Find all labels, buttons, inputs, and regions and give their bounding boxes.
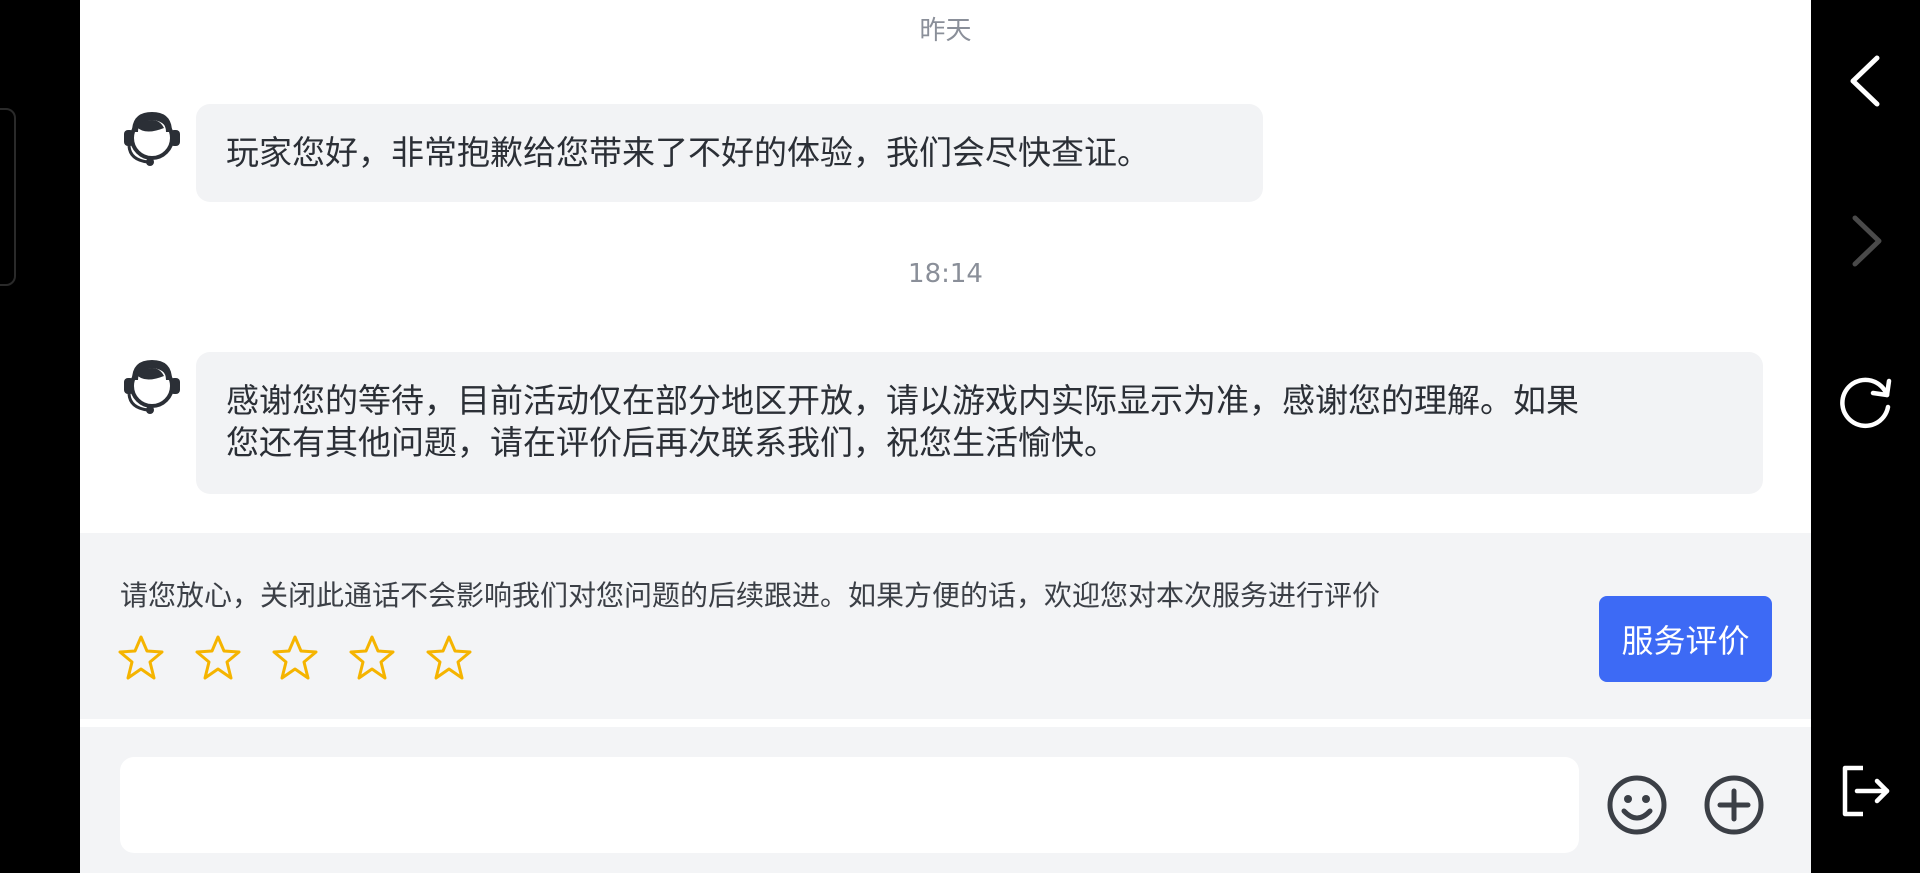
customer-service-headset-icon bbox=[124, 112, 180, 166]
service-rating-panel: 请您放心，关闭此通话不会影响我们对您问题的后续跟进。如果方便的话，欢迎您对本次服… bbox=[80, 533, 1811, 719]
message-text-line-2: 您还有其他问题，请在评价后再次联系我们，祝您生活愉快。 bbox=[226, 423, 1117, 462]
customer-service-avatar bbox=[120, 106, 184, 170]
timestamp-label: 昨天 bbox=[919, 16, 972, 46]
star-icon[interactable] bbox=[116, 633, 166, 683]
timestamp-label: 18:14 bbox=[908, 259, 983, 289]
smiley-icon[interactable] bbox=[1605, 773, 1669, 837]
service-rating-button[interactable]: 服务评价 bbox=[1599, 596, 1772, 682]
message-text-line-1: 感谢您的等待，目前活动仅在部分地区开放，请以游戏内实际显示为准，感谢您的理解。如… bbox=[226, 381, 1579, 420]
customer-service-avatar bbox=[120, 354, 184, 418]
star-icon[interactable] bbox=[347, 633, 397, 683]
star-icon[interactable] bbox=[424, 633, 474, 683]
refresh-icon[interactable] bbox=[1837, 373, 1895, 431]
rating-prompt: 请您放心，关闭此通话不会影响我们对您问题的后续跟进。如果方便的话，欢迎您对本次服… bbox=[120, 579, 1381, 612]
message-input-bar bbox=[80, 727, 1811, 873]
navigation-rail bbox=[1811, 0, 1920, 873]
star-icon[interactable] bbox=[193, 633, 243, 683]
plus-circle-icon[interactable] bbox=[1702, 773, 1766, 837]
message-text: 玩家您好，非常抱歉给您带来了不好的体验，我们会尽快查证。 bbox=[226, 133, 1150, 172]
exit-icon[interactable] bbox=[1837, 762, 1895, 820]
star-icon[interactable] bbox=[270, 633, 320, 683]
back-arrow-icon[interactable] bbox=[1837, 52, 1895, 110]
chat-window: 昨天 玩家您好，非常抱歉给您带来了不好的体验，我们会尽快查证。 18:14 感谢… bbox=[80, 0, 1811, 873]
message-input[interactable] bbox=[120, 757, 1579, 853]
star-rating bbox=[116, 633, 501, 683]
left-edge-tab bbox=[0, 108, 16, 286]
message-bubble: 感谢您的等待，目前活动仅在部分地区开放，请以游戏内实际显示为准，感谢您的理解。如… bbox=[196, 352, 1763, 494]
left-edge bbox=[0, 0, 80, 873]
customer-service-headset-icon bbox=[124, 360, 180, 414]
forward-arrow-icon[interactable] bbox=[1837, 212, 1895, 270]
message-bubble: 玩家您好，非常抱歉给您带来了不好的体验，我们会尽快查证。 bbox=[196, 104, 1263, 202]
